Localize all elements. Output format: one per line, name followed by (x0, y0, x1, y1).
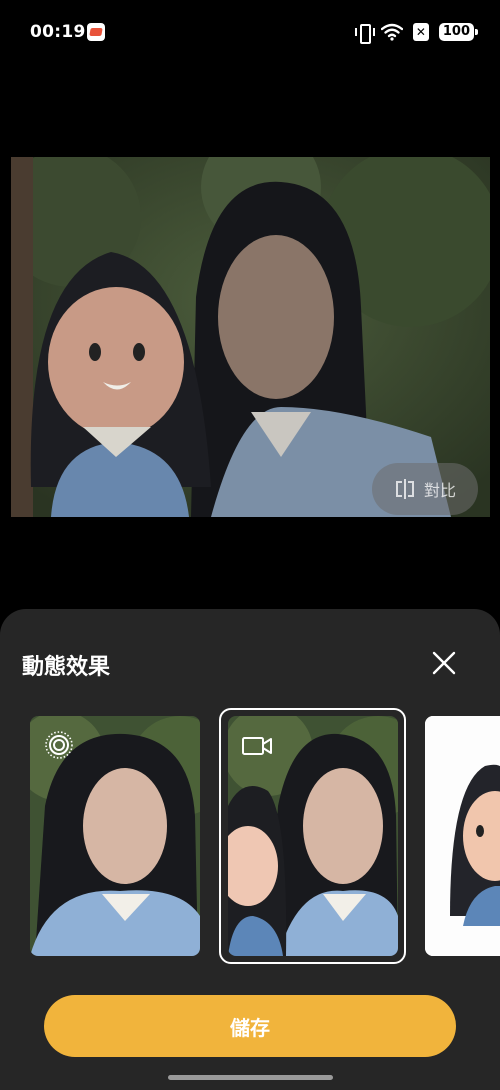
motion-effects-sheet: 動態效果 儲存 (0, 609, 500, 1090)
video-camera-icon (242, 737, 272, 755)
status-icons: ✕ 100 (354, 22, 479, 44)
effect-thumbnail-video[interactable] (228, 716, 398, 956)
status-time: 00:19 (30, 22, 86, 42)
compare-split-icon (395, 479, 414, 499)
thumbnail-image (425, 716, 500, 956)
effect-thumbnail-avatar[interactable] (425, 716, 500, 956)
close-icon[interactable] (428, 647, 460, 679)
live-photo-icon (45, 731, 73, 759)
sheet-title: 動態效果 (22, 655, 111, 680)
compare-label: 對比 (423, 481, 456, 500)
compare-button[interactable]: 對比 (372, 463, 478, 515)
wifi-icon (380, 23, 403, 41)
effect-thumbnail-live[interactable] (30, 716, 200, 956)
battery-icon: 100 (438, 23, 479, 41)
status-bar: 00:19 ✕ 100 (0, 0, 500, 64)
no-sim-icon: ✕ (412, 23, 429, 41)
home-indicator[interactable] (168, 1075, 333, 1080)
vibrate-icon (354, 22, 375, 44)
app-notification-icon (87, 23, 105, 41)
save-button[interactable]: 儲存 (44, 995, 456, 1057)
